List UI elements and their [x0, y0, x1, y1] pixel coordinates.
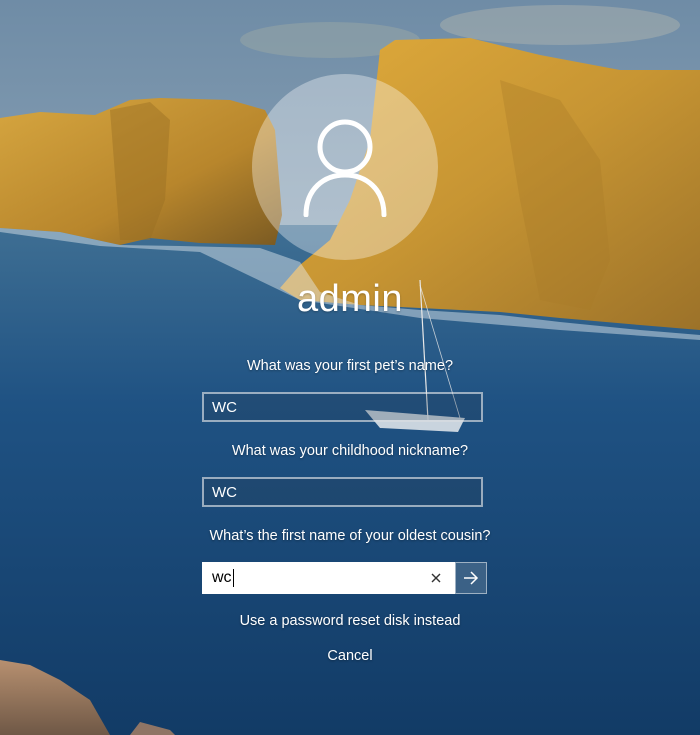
security-answer-1-field[interactable]: WC [202, 392, 483, 422]
security-question-1-label: What was your first pet’s name? [246, 358, 454, 374]
clear-x-icon [431, 573, 441, 583]
password-reset-disk-link-row: Use a password reset disk instead [0, 613, 700, 629]
security-answer-2-field[interactable]: WC [202, 477, 483, 507]
security-answer-3-row: wc [202, 562, 487, 594]
security-answer-2-value: WC [212, 483, 237, 501]
security-answer-3-value: wc [212, 569, 232, 586]
cancel-link-row: Cancel [0, 648, 700, 664]
text-caret [232, 569, 234, 587]
user-silhouette-icon [303, 119, 387, 217]
security-question-2-label: What was your childhood nickname? [231, 443, 469, 459]
security-answer-3-field[interactable]: wc [202, 562, 455, 594]
user-avatar [252, 74, 438, 260]
security-answer-1-value: WC [212, 398, 237, 416]
arrow-right-icon [464, 571, 479, 585]
username: admin [297, 278, 403, 320]
cancel-link[interactable]: Cancel [327, 648, 372, 664]
password-reset-disk-link[interactable]: Use a password reset disk instead [240, 613, 461, 629]
clear-button[interactable] [425, 567, 447, 589]
security-question-3-label: What’s the first name of your oldest cou… [209, 528, 491, 544]
submit-button[interactable] [455, 562, 487, 594]
